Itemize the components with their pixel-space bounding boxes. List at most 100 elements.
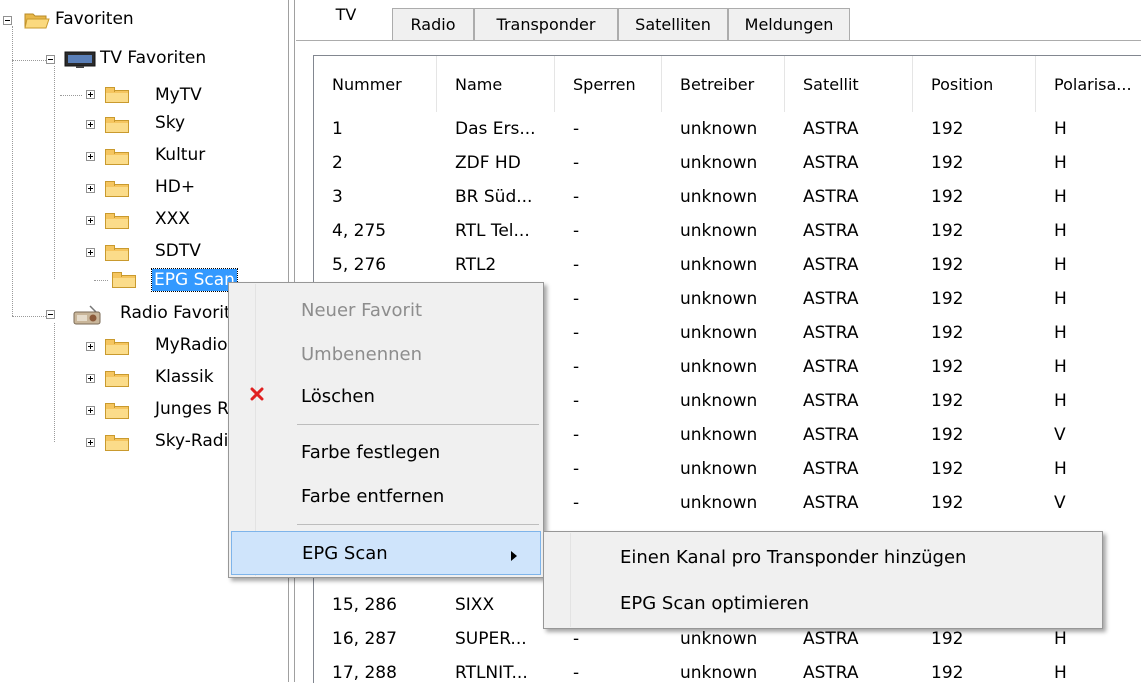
cell-satellit: ASTRA — [803, 323, 859, 343]
cell-position: 192 — [931, 663, 964, 683]
table-row[interactable]: 2 ZDF HD - unknown ASTRA 192 H — [314, 146, 1141, 180]
tree-node-mytv[interactable]: MyTV — [0, 82, 288, 108]
context-menu: Neuer Favorit Umbenennen Löschen Farbe f… — [228, 282, 544, 578]
tree-node-sky[interactable]: Sky — [0, 112, 288, 138]
expand-icon[interactable] — [86, 374, 95, 383]
collapse-icon[interactable] — [46, 55, 55, 64]
tree-label[interactable]: SDTV — [153, 240, 203, 262]
cell-satellit: ASTRA — [803, 663, 859, 683]
expand-icon[interactable] — [86, 438, 95, 447]
expand-icon[interactable] — [86, 406, 95, 415]
tv-icon — [64, 51, 96, 74]
collapse-icon[interactable] — [3, 16, 12, 25]
collapse-icon[interactable] — [46, 310, 55, 319]
cell-betreiber: unknown — [680, 357, 758, 377]
cell-satellit: ASTRA — [803, 493, 859, 513]
cell-name: SUPER... — [455, 629, 527, 649]
cell-betreiber: unknown — [680, 391, 758, 411]
tree-label-selected[interactable]: EPG Scan — [151, 268, 238, 292]
table-row[interactable]: 1 Das Ers... - unknown ASTRA 192 H — [314, 112, 1141, 146]
cell-sperren: - — [573, 663, 580, 683]
tree-label[interactable]: HD+ — [153, 176, 197, 198]
menu-item-farbe-festlegen[interactable]: Farbe festlegen — [231, 431, 541, 473]
expand-icon[interactable] — [86, 184, 95, 193]
col-header-betreiber[interactable]: Betreiber — [662, 56, 785, 112]
expand-icon[interactable] — [86, 152, 95, 161]
cell-sperren: - — [573, 221, 580, 241]
cell-betreiber: unknown — [680, 425, 758, 445]
cell-position: 192 — [931, 119, 964, 139]
col-header-polarisation[interactable]: Polarisa... — [1036, 56, 1141, 112]
col-header-name[interactable]: Name — [437, 56, 555, 112]
cell-polarisation: H — [1054, 663, 1067, 683]
cell-betreiber: unknown — [680, 187, 758, 207]
tree-label[interactable]: Kultur — [153, 144, 207, 166]
cell-name: RTL2 — [455, 255, 497, 275]
cell-sperren: - — [573, 357, 580, 377]
cell-polarisation: V — [1054, 493, 1066, 513]
tab-transponder[interactable]: Transponder — [474, 8, 618, 40]
folder-icon — [105, 213, 129, 229]
cell-name: ZDF HD — [455, 153, 521, 173]
cell-betreiber: unknown — [680, 119, 758, 139]
cell-satellit: ASTRA — [803, 255, 859, 275]
col-header-position[interactable]: Position — [913, 56, 1036, 112]
table-row[interactable]: 17, 288 RTLNIT... - unknown ASTRA 192 H — [314, 656, 1141, 683]
cell-sperren: - — [573, 425, 580, 445]
tree-label[interactable]: Sky — [153, 112, 187, 134]
col-header-sperren[interactable]: Sperren — [555, 56, 662, 112]
cell-name: RTLNIT... — [455, 663, 528, 683]
cell-satellit: ASTRA — [803, 357, 859, 377]
tab-radio[interactable]: Radio — [392, 8, 474, 40]
cell-position: 192 — [931, 187, 964, 207]
tab-meldungen[interactable]: Meldungen — [728, 8, 850, 40]
cell-name: SIXX — [455, 595, 495, 615]
cell-betreiber: unknown — [680, 255, 758, 275]
menu-item-neuer-favorit[interactable]: Neuer Favorit — [231, 289, 541, 331]
tree-node-kultur[interactable]: Kultur — [0, 144, 288, 170]
red-x-icon — [249, 386, 265, 407]
menu-item-loeschen[interactable]: Löschen — [231, 375, 541, 417]
cell-polarisation: H — [1054, 391, 1067, 411]
expand-icon[interactable] — [86, 248, 95, 257]
tree-label[interactable]: MyRadio — [153, 334, 230, 356]
tree-node-xxx[interactable]: XXX — [0, 208, 288, 234]
tree-node-sdtv[interactable]: SDTV — [0, 240, 288, 266]
cell-position: 192 — [931, 323, 964, 343]
col-header-nummer[interactable]: Nummer — [314, 56, 437, 112]
menu-item-epg-scan[interactable]: EPG Scan — [231, 531, 541, 575]
tree-label[interactable]: MyTV — [153, 84, 204, 106]
table-row[interactable]: 3 BR Süd... - unknown ASTRA 192 H — [314, 180, 1141, 214]
radio-icon — [64, 304, 104, 331]
menu-separator — [297, 424, 539, 425]
expand-icon[interactable] — [86, 342, 95, 351]
cell-polarisation: H — [1054, 187, 1067, 207]
tree-label[interactable]: Klassik — [153, 366, 216, 388]
open-folder-icon — [24, 10, 50, 29]
folder-icon — [112, 272, 136, 288]
folder-icon — [105, 117, 129, 133]
menu-item-umbenennen[interactable]: Umbenennen — [231, 333, 541, 375]
cell-position: 192 — [931, 425, 964, 445]
tab-tv[interactable]: TV — [308, 3, 384, 41]
tree-label[interactable]: TV Favoriten — [98, 47, 208, 69]
cell-nummer: 1 — [332, 119, 343, 139]
menu-item-epg-scan-optimieren[interactable]: EPG Scan optimieren — [546, 582, 1100, 624]
folder-icon — [105, 149, 129, 165]
menu-separator — [297, 524, 539, 525]
expand-icon[interactable] — [86, 216, 95, 225]
tree-label[interactable]: XXX — [153, 208, 192, 230]
menu-item-farbe-entfernen[interactable]: Farbe entfernen — [231, 475, 541, 517]
table-row[interactable]: 5, 276 RTL2 - unknown ASTRA 192 H — [314, 248, 1141, 282]
cell-polarisation: H — [1054, 289, 1067, 309]
table-row[interactable]: 4, 275 RTL Tel... - unknown ASTRA 192 H — [314, 214, 1141, 248]
tree-label[interactable]: Favoriten — [53, 8, 136, 30]
menu-item-kanal-pro-transponder[interactable]: Einen Kanal pro Transponder hinzügen — [546, 536, 1100, 578]
expand-icon[interactable] — [86, 120, 95, 129]
cell-polarisation: H — [1054, 153, 1067, 173]
expand-icon[interactable] — [86, 90, 95, 99]
tree-node-hd-plus[interactable]: HD+ — [0, 176, 288, 202]
tab-satelliten[interactable]: Satelliten — [618, 8, 728, 40]
col-header-satellit[interactable]: Satellit — [785, 56, 913, 112]
cell-polarisation: H — [1054, 323, 1067, 343]
